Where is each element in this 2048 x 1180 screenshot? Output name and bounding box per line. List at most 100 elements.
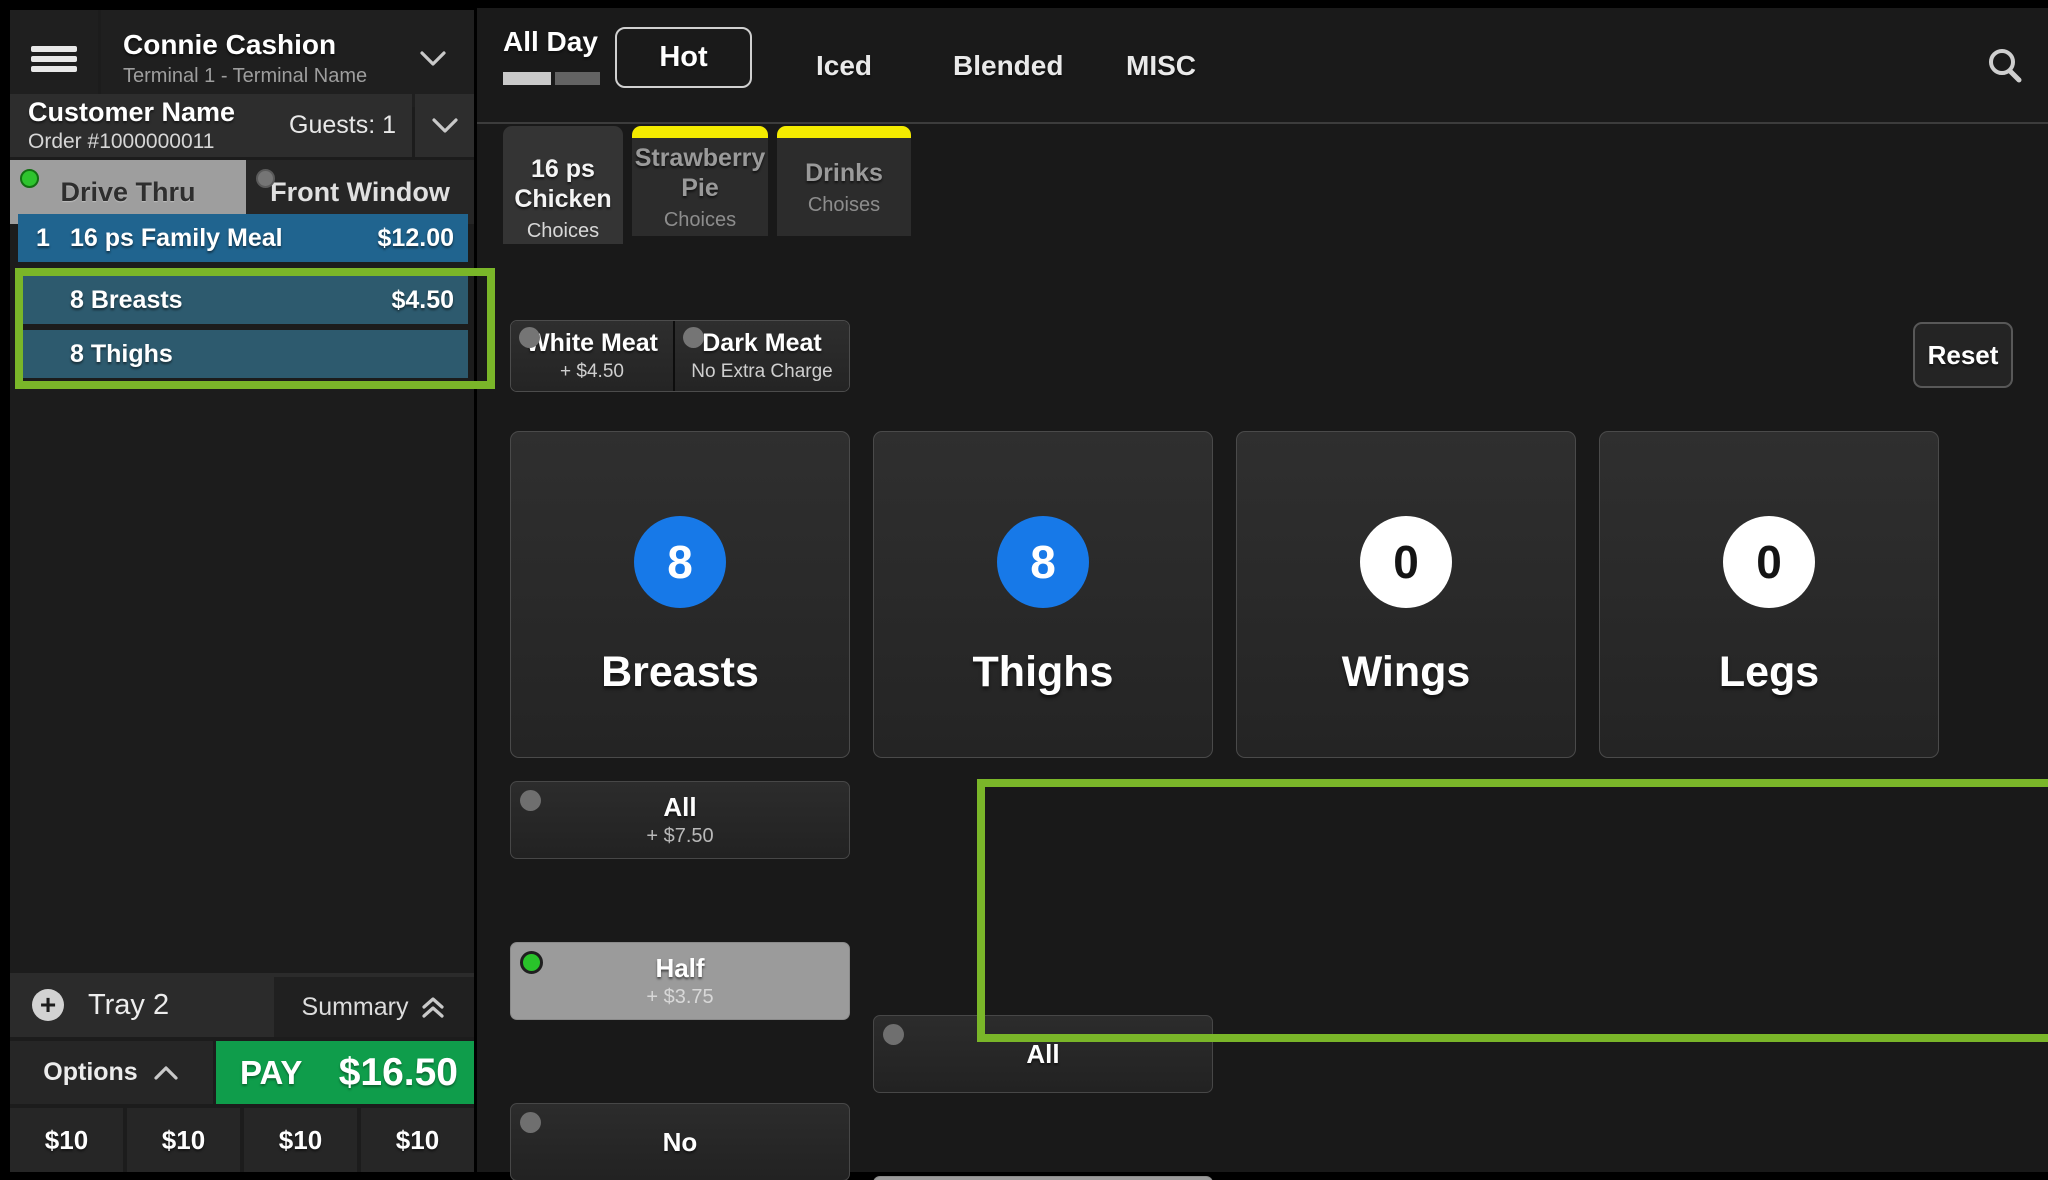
highlight-box-part-options [977, 779, 2048, 1042]
category-tab-strawberry-pie[interactable]: Strawberry Pie Choices [632, 126, 768, 236]
menu-tab-label: Blended [953, 50, 1063, 82]
modifier-subtitle: No Extra Charge [691, 361, 833, 383]
order-type-label: Front Window [270, 177, 450, 208]
menu-tab-misc[interactable]: MISC [1126, 8, 1196, 124]
quick-cash-button[interactable]: $10 [127, 1108, 240, 1172]
quick-cash-label: $10 [279, 1125, 322, 1156]
quick-cash-label: $10 [45, 1125, 88, 1156]
menu-button[interactable] [10, 10, 98, 107]
meat-modifier-group: White Meat + $4.50 Dark Meat No Extra Ch… [510, 320, 850, 392]
option-label: All [663, 792, 696, 823]
all-day-label: All Day [503, 26, 613, 58]
terminal-label: Terminal 1 - Terminal Name [123, 65, 414, 88]
option-thighs-half[interactable]: Half [873, 1176, 1213, 1180]
progress-bar-dark [555, 72, 600, 85]
main-panel: All Day Hot Iced Blended MISC 16 ps Chic… [477, 8, 2048, 1172]
order-subitem-price: $4.50 [391, 286, 454, 315]
category-tab-drinks[interactable]: Drinks Choises [777, 126, 911, 236]
progress-bar-light [503, 72, 551, 85]
tray-label: Tray 2 [88, 989, 169, 1022]
order-subitem-name: 8 Breasts [70, 286, 183, 315]
menu-tab-label: Hot [659, 41, 707, 74]
search-button[interactable] [1977, 38, 2033, 94]
quick-cash-button[interactable]: $10 [244, 1108, 357, 1172]
status-dot-green [20, 169, 39, 188]
status-dot-gray [256, 169, 275, 188]
modifier-title: White Meat [526, 329, 658, 358]
customer-expand-button[interactable] [415, 94, 474, 157]
menu-tab-label: MISC [1126, 50, 1196, 82]
menu-tab-blended[interactable]: Blended [953, 8, 1063, 124]
order-sidebar: Connie Cashion Terminal 1 - Terminal Nam… [10, 10, 474, 1172]
category-tab-title: Strawberry Pie [632, 143, 768, 203]
modifier-subtitle: + $4.50 [560, 361, 624, 383]
option-thighs-all[interactable]: All [873, 1015, 1213, 1093]
chevron-down-icon [414, 47, 452, 71]
option-breasts-no[interactable]: No [510, 1103, 850, 1180]
yellow-flag-bar [777, 126, 911, 138]
cashier-name: Connie Cashion [123, 29, 414, 61]
order-subitem-row[interactable]: 8 Thighs [18, 330, 468, 378]
status-dot-green [520, 951, 543, 974]
count-badge: 8 [997, 516, 1089, 608]
category-tab-title: 16 ps Chicken [503, 154, 623, 214]
hamburger-icon [31, 42, 77, 76]
category-tab-subtitle: Choices [527, 220, 599, 243]
order-item-name: 16 ps Family Meal [70, 224, 283, 253]
count-badge: 0 [1360, 516, 1452, 608]
pay-button[interactable]: PAY $16.50 [216, 1041, 474, 1104]
status-dot-gray [519, 327, 540, 348]
menu-tab-hot[interactable]: Hot [615, 27, 752, 88]
status-dot-gray [520, 790, 541, 811]
part-name: Wings [1342, 648, 1471, 697]
guests-count: Guests: 1 [289, 111, 396, 140]
customer-bar[interactable]: Customer Name Order #1000000011 Guests: … [10, 94, 412, 157]
pay-total: $16.50 [339, 1051, 458, 1095]
yellow-flag-bar [632, 126, 768, 138]
option-price: + $7.50 [646, 825, 713, 848]
menu-tab-iced[interactable]: Iced [816, 8, 872, 124]
option-label: Half [655, 953, 704, 984]
part-card-wings: 0 Wings [1236, 431, 1576, 758]
option-breasts-all[interactable]: All + $7.50 [510, 781, 850, 859]
chevron-up-icon [152, 1064, 180, 1082]
order-item-row[interactable]: 1 16 ps Family Meal $12.00 [18, 214, 468, 262]
status-dot-gray [883, 1024, 904, 1045]
pos-screen: Connie Cashion Terminal 1 - Terminal Nam… [0, 0, 2048, 1180]
modifier-white-meat[interactable]: White Meat + $4.50 [511, 321, 673, 391]
quick-cash-button[interactable]: $10 [10, 1108, 123, 1172]
pay-label: PAY [240, 1054, 302, 1092]
part-name: Thighs [973, 648, 1114, 697]
top-bar: All Day Hot Iced Blended MISC [477, 8, 2048, 124]
category-tab-title: Drinks [805, 158, 883, 188]
summary-button[interactable]: Summary [274, 977, 474, 1037]
quick-cash-button[interactable]: $10 [361, 1108, 474, 1172]
terminal-header[interactable]: Connie Cashion Terminal 1 - Terminal Nam… [101, 10, 474, 107]
menu-tab-label: Iced [816, 50, 872, 82]
reset-label: Reset [1928, 340, 1999, 371]
search-icon [1982, 43, 2028, 89]
status-dot-gray [520, 1112, 541, 1133]
order-type-label: Drive Thru [60, 177, 195, 208]
modifier-dark-meat[interactable]: Dark Meat No Extra Charge [673, 321, 849, 391]
modifier-title: Dark Meat [702, 329, 822, 358]
customer-name: Customer Name [28, 97, 289, 128]
order-number: Order #1000000011 [28, 130, 289, 154]
option-price: + $3.75 [646, 986, 713, 1009]
double-chevron-up-icon [420, 994, 446, 1020]
all-day-progress [503, 72, 613, 85]
count-badge: 8 [634, 516, 726, 608]
reset-button[interactable]: Reset [1913, 322, 2013, 388]
order-subitem-row[interactable]: 8 Breasts $4.50 [18, 276, 468, 324]
part-name: Legs [1719, 648, 1819, 697]
option-label: No [663, 1127, 698, 1158]
options-button[interactable]: Options [10, 1041, 213, 1104]
quick-cash-label: $10 [396, 1125, 439, 1156]
options-label: Options [43, 1058, 137, 1087]
all-day-button[interactable]: All Day [503, 26, 613, 85]
category-tab-16ps-chicken[interactable]: 16 ps Chicken Choices [503, 126, 623, 244]
option-breasts-half[interactable]: Half + $3.75 [510, 942, 850, 1020]
order-subitem-name: 8 Thighs [70, 340, 173, 369]
summary-label: Summary [302, 993, 409, 1022]
category-tab-subtitle: Choises [808, 194, 880, 217]
